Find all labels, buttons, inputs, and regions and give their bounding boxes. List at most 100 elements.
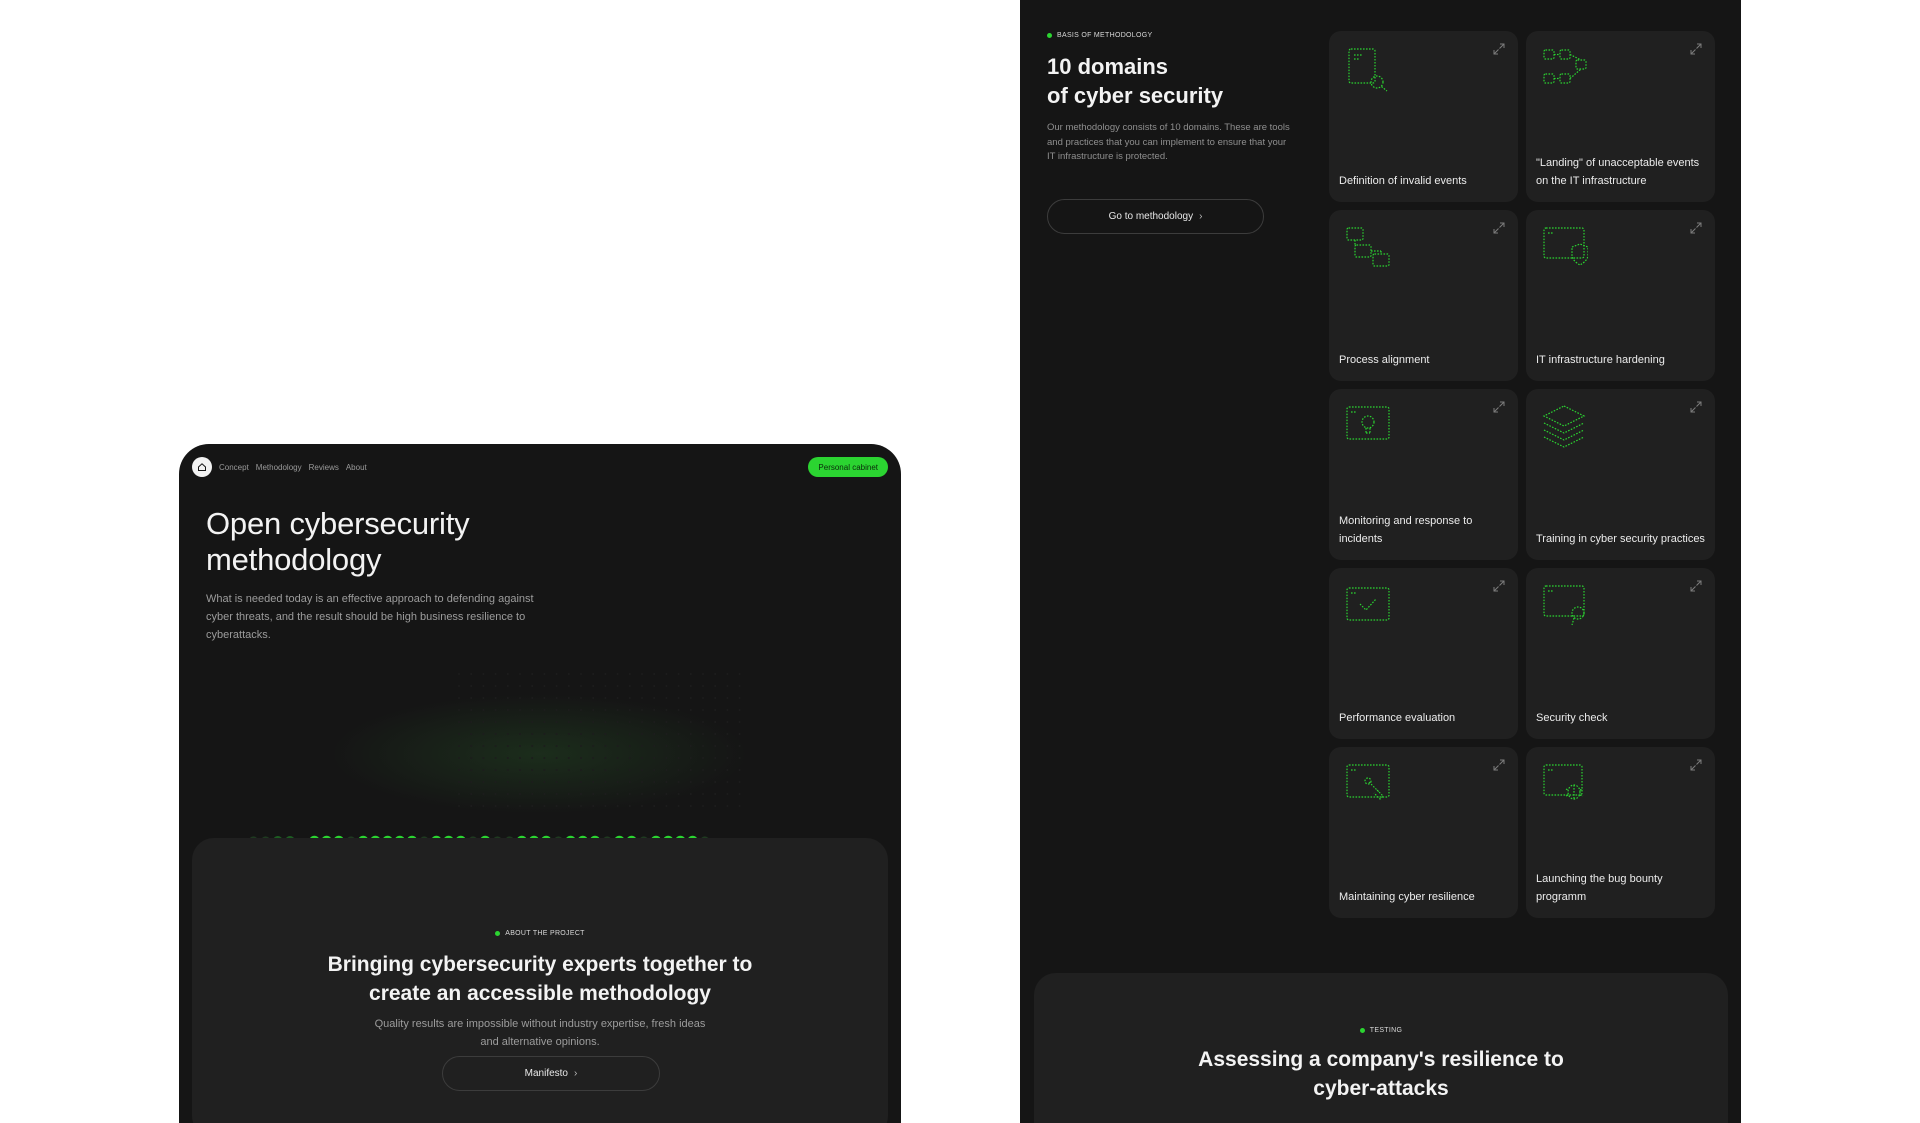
- background-dot: [689, 709, 692, 711]
- expand-icon: [1690, 222, 1702, 234]
- background-dot: [458, 805, 460, 807]
- background-dot: [531, 793, 534, 795]
- background-dot: [738, 757, 741, 759]
- domain-label: Process alignment: [1339, 354, 1430, 366]
- background-dot: [726, 697, 729, 699]
- personal-cabinet-button[interactable]: Personal cabinet: [808, 457, 888, 477]
- background-dot: [677, 745, 680, 747]
- background-dot: [616, 781, 619, 783]
- background-dot: [543, 757, 546, 759]
- background-dot: [738, 709, 741, 711]
- nav-about[interactable]: About: [346, 463, 367, 472]
- background-dot: [604, 685, 607, 687]
- background-dot: [592, 733, 595, 735]
- background-dot: [653, 733, 656, 735]
- background-dot: [580, 733, 582, 735]
- hero-title: Open cybersecurity methodology: [206, 506, 470, 577]
- background-dot: [482, 709, 485, 711]
- nav-methodology[interactable]: Methodology: [256, 463, 302, 472]
- home-logo-icon[interactable]: [192, 457, 212, 477]
- background-dot: [567, 685, 570, 687]
- background-dot: [580, 697, 582, 699]
- nav-concept[interactable]: Concept: [219, 463, 249, 472]
- network-nodes-icon: [1543, 49, 1587, 84]
- go-to-methodology-button[interactable]: Go to methodology ›: [1047, 199, 1264, 234]
- background-dot: [555, 805, 558, 807]
- background-dot: [555, 685, 558, 687]
- background-dot: [470, 697, 473, 699]
- domain-label: "Landing" of unacceptable events on the …: [1536, 157, 1700, 187]
- background-dot: [616, 721, 619, 723]
- background-dot: [702, 685, 704, 687]
- background-dot: [580, 769, 582, 771]
- background-dot: [714, 673, 717, 675]
- background-dot: [738, 805, 741, 807]
- background-dot: [531, 733, 534, 735]
- expand-icon: [1690, 43, 1702, 55]
- background-dot: [604, 721, 607, 723]
- background-dot: [616, 733, 619, 735]
- background-dot: [726, 745, 729, 747]
- background-dot: [628, 793, 631, 795]
- background-dot: [519, 793, 521, 795]
- background-dot: [604, 805, 607, 807]
- expand-icon: [1493, 222, 1505, 234]
- window-bug-icon: [1543, 764, 1584, 800]
- domain-card-cyber-resilience[interactable]: Maintaining cyber resilience: [1329, 747, 1518, 918]
- domain-card-invalid-events[interactable]: Definition of invalid events: [1329, 31, 1518, 202]
- background-dot: [531, 805, 534, 807]
- domain-card-performance-evaluation[interactable]: Performance evaluation: [1329, 568, 1518, 739]
- domain-card-security-check[interactable]: Security check: [1526, 568, 1715, 739]
- background-dot: [677, 721, 680, 723]
- background-dot: [531, 781, 534, 783]
- background-dot: [616, 685, 619, 687]
- domain-card-training[interactable]: Training in cyber security practices: [1526, 389, 1715, 560]
- domain-card-process-alignment[interactable]: Process alignment: [1329, 210, 1518, 381]
- background-dot: [494, 685, 497, 687]
- background-dot: [543, 733, 546, 735]
- background-dot: [665, 793, 668, 795]
- background-dot: [616, 673, 619, 675]
- background-dot: [567, 757, 570, 759]
- background-dot: [482, 745, 485, 747]
- background-dot: [470, 781, 473, 783]
- background-dot: [470, 685, 473, 687]
- background-dot: [641, 685, 643, 687]
- background-dot: [580, 793, 582, 795]
- background-dot: [506, 709, 509, 711]
- background-dot: [726, 781, 729, 783]
- background-dot: [519, 781, 521, 783]
- domain-card-bug-bounty[interactable]: Launching the bug bounty programm: [1526, 747, 1715, 918]
- background-dot: [738, 733, 741, 735]
- go-to-methodology-label: Go to methodology: [1108, 211, 1194, 222]
- background-dot: [702, 709, 704, 711]
- domain-label: Maintaining cyber resilience: [1339, 891, 1475, 903]
- background-dot: [616, 745, 619, 747]
- background-dot: [738, 721, 741, 723]
- background-dot: [531, 709, 534, 711]
- background-dot: [641, 721, 643, 723]
- background-dot: [506, 793, 509, 795]
- background-dot: [738, 781, 741, 783]
- background-dot: [714, 685, 717, 687]
- domain-card-infrastructure-hardening[interactable]: IT infrastructure hardening: [1526, 210, 1715, 381]
- domain-card-landing-events[interactable]: "Landing" of unacceptable events on the …: [1526, 31, 1715, 202]
- background-dot: [665, 745, 668, 747]
- background-dot: [458, 709, 460, 711]
- window-check-icon: [1346, 587, 1390, 621]
- background-dot: [567, 793, 570, 795]
- manifesto-button[interactable]: Manifesto ›: [442, 1056, 660, 1091]
- background-dot: [592, 721, 595, 723]
- background-dot: [531, 745, 534, 747]
- background-dot: [726, 685, 729, 687]
- background-dot: [543, 673, 546, 675]
- background-dot: [653, 805, 656, 807]
- domain-card-monitoring[interactable]: Monitoring and response to incidents: [1329, 389, 1518, 560]
- background-dot: [677, 805, 680, 807]
- nav-reviews[interactable]: Reviews: [309, 463, 339, 472]
- background-dot: [506, 733, 509, 735]
- background-dot: [653, 697, 656, 699]
- background-dot: [604, 781, 607, 783]
- background-dot: [689, 793, 692, 795]
- background-dot: [641, 745, 643, 747]
